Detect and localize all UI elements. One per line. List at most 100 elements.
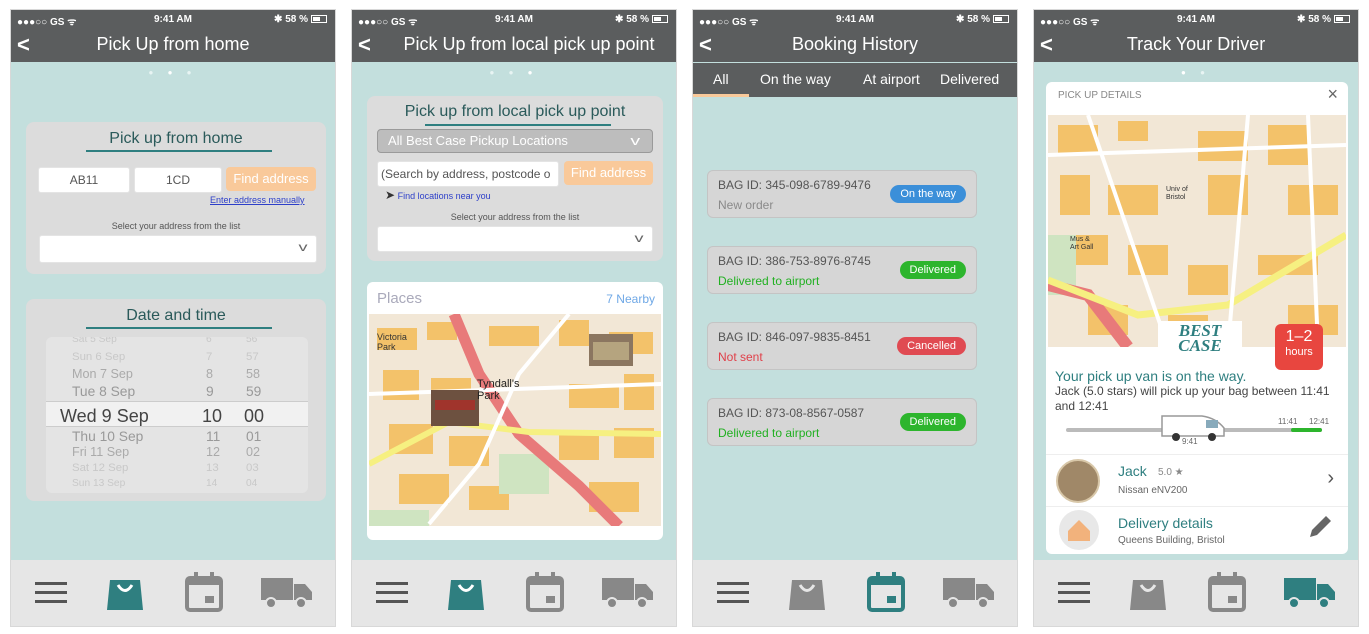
menu-icon[interactable] <box>376 582 408 604</box>
picker-day: Mon 7 Sep <box>72 367 133 381</box>
bag-icon[interactable] <box>1130 576 1166 610</box>
picker-minute: 01 <box>246 428 262 444</box>
booking-card[interactable]: BAG ID: 846-097-9835-8451 Not sent Cancell… <box>707 322 977 370</box>
card-heading: Pick up from local pick up point <box>404 103 626 120</box>
calendar-icon[interactable] <box>867 572 905 612</box>
bag-id: BAG ID: 386-753-8976-8745 <box>718 254 871 268</box>
best-case-logo: BEST CASE <box>1158 321 1242 355</box>
delivery-row[interactable]: Delivery details Queens Building, Bristo… <box>1046 506 1348 554</box>
picker-day: Sat 12 Sep <box>72 461 129 474</box>
truck-icon[interactable] <box>602 576 654 610</box>
progress-fill <box>1291 428 1322 432</box>
picker-hour: 7 <box>206 350 213 363</box>
picker-hour: 12 <box>206 445 221 459</box>
battery-status: ✱ 58 % <box>1297 14 1350 25</box>
address-select[interactable]: v <box>377 226 653 252</box>
picker-row[interactable]: Wed 9 Sep 10 00 <box>46 406 308 426</box>
find-address-button[interactable]: Find address <box>564 161 653 185</box>
screen-pickup-point: ●●●○○ GS ᯤ 9:41 AM ✱ 58 % < Pick Up from… <box>351 9 677 627</box>
status-bar: ●●●○○ GS ᯤ 9:41 AM ✱ 58 % <box>352 10 676 30</box>
picker-minute: 02 <box>246 445 261 459</box>
select-hint: Select your address from the list <box>111 221 241 231</box>
driver-name: Jack <box>1118 463 1147 479</box>
driver-row[interactable]: Jack 5.0 ★ Nissan eNV200 › <box>1046 454 1348 506</box>
bag-id: BAG ID: 873-08-8567-0587 <box>718 406 865 420</box>
menu-icon[interactable] <box>35 582 67 604</box>
picker-minute: 04 <box>246 478 258 489</box>
locations-dropdown[interactable]: All Best Case Pickup Locations v <box>377 129 653 153</box>
page-title: Track Your Driver <box>1126 34 1266 54</box>
battery-icon <box>993 15 1009 24</box>
places-card: Places 7 Nearby Victoria Park Tyndall's … <box>367 282 663 540</box>
details-label: PICK UP DETAILS <box>1058 90 1142 101</box>
truck-icon[interactable] <box>261 576 313 610</box>
map-label-tyndalls-park: Tyndall's Park <box>477 378 520 402</box>
picker-day: Thu 10 Sep <box>72 428 144 444</box>
truck-icon[interactable] <box>943 576 995 610</box>
eta-range: 1–2 <box>1285 328 1313 345</box>
status-headline: Your pick up van is on the way. <box>1055 368 1247 384</box>
menu-icon[interactable] <box>1058 582 1090 604</box>
navigation-arrow-icon: ➤ <box>385 188 396 202</box>
booking-card[interactable]: BAG ID: 873-08-8567-0587 Delivered to air… <box>707 398 977 446</box>
find-near-link[interactable]: ➤ Find locations near you <box>385 188 491 202</box>
menu-icon[interactable] <box>717 582 749 604</box>
tab-delivered[interactable]: Delivered <box>940 71 999 87</box>
find-address-button[interactable]: Find address <box>226 167 316 191</box>
bag-icon[interactable] <box>107 576 143 610</box>
tab-bar <box>352 560 676 626</box>
chevron-down-icon: v <box>634 231 644 245</box>
picker-minute: 57 <box>246 350 259 363</box>
calendar-icon[interactable] <box>526 572 564 612</box>
house-icon <box>1059 510 1099 550</box>
bag-icon[interactable] <box>789 576 825 610</box>
picker-row[interactable]: Sat 12 Sep 13 03 <box>46 462 308 480</box>
map-label-victoria-park: Victoria Park <box>377 332 407 352</box>
edit-pencil-icon[interactable] <box>1306 513 1334 541</box>
map-label-university: Univ of Bristol <box>1166 186 1188 201</box>
close-icon[interactable]: × <box>1327 84 1338 105</box>
active-tab-indicator <box>693 94 749 97</box>
date-time-picker[interactable]: Sat 5 Sep 6 56 Sun 6 Sep 7 57 Mon 7 Sep 8 58 Tue … <box>46 337 308 493</box>
picker-hour: 8 <box>206 367 214 381</box>
heading-underline <box>425 124 611 126</box>
postcode-input-1[interactable]: AB11 <box>38 167 130 193</box>
nav-bar: < Pick Up from local pick up point <box>352 30 676 62</box>
filter-tabs: All On the way At airport Delivered <box>693 63 1017 97</box>
picker-row[interactable]: Tue 8 Sep 9 59 <box>46 384 308 402</box>
battery-status: ✱ 58 % <box>615 14 668 25</box>
calendar-icon[interactable] <box>185 572 223 612</box>
address-select[interactable]: v <box>39 235 317 263</box>
bag-icon[interactable] <box>448 576 484 610</box>
picker-row[interactable]: Thu 10 Sep 11 01 <box>46 429 308 447</box>
picker-row[interactable]: Sun 13 Sep 14 04 <box>46 478 308 493</box>
tab-at-airport[interactable]: At airport <box>863 71 920 87</box>
places-map[interactable] <box>369 314 661 526</box>
back-icon[interactable]: < <box>358 32 371 58</box>
driver-avatar <box>1056 459 1100 503</box>
delivery-address: Queens Building, Bristol <box>1118 535 1225 546</box>
nearby-count[interactable]: 7 Nearby <box>606 292 655 306</box>
picker-row[interactable]: Mon 7 Sep 8 58 <box>46 367 308 385</box>
screen-track-driver: ●●●○○ GS ᯤ 9:41 AM ✱ 58 % < Track Your D… <box>1033 9 1359 627</box>
nav-bar: < Track Your Driver <box>1034 30 1358 62</box>
picker-row[interactable]: Sun 6 Sep 7 57 <box>46 351 308 369</box>
tab-all[interactable]: All <box>713 71 729 87</box>
page-indicator: ● ● <box>1181 68 1211 77</box>
tracking-map[interactable] <box>1048 115 1346 347</box>
truck-icon[interactable] <box>1284 576 1336 610</box>
postcode-input-2[interactable]: 1CD <box>134 167 222 193</box>
picker-hour: 9 <box>206 383 214 399</box>
tab-bar <box>693 560 1017 626</box>
picker-hour: 6 <box>206 337 212 345</box>
heading-underline <box>86 150 272 152</box>
enter-manual-link[interactable]: Enter address manually <box>210 195 305 205</box>
eta-badge: 1–2 hours <box>1275 324 1323 370</box>
booking-card[interactable]: BAG ID: 345-098-6789-9476 New order On the… <box>707 170 977 218</box>
booking-card[interactable]: BAG ID: 386-753-8976-8745 Delivered to ai… <box>707 246 977 294</box>
tab-on-the-way[interactable]: On the way <box>760 71 831 87</box>
pickup-point-card: Pick up from local pick up point All Bes… <box>367 96 663 261</box>
picker-row[interactable]: Fri 11 Sep 12 02 <box>46 445 308 463</box>
location-search-input[interactable]: (Search by address, postcode o <box>377 161 559 187</box>
calendar-icon[interactable] <box>1208 572 1246 612</box>
